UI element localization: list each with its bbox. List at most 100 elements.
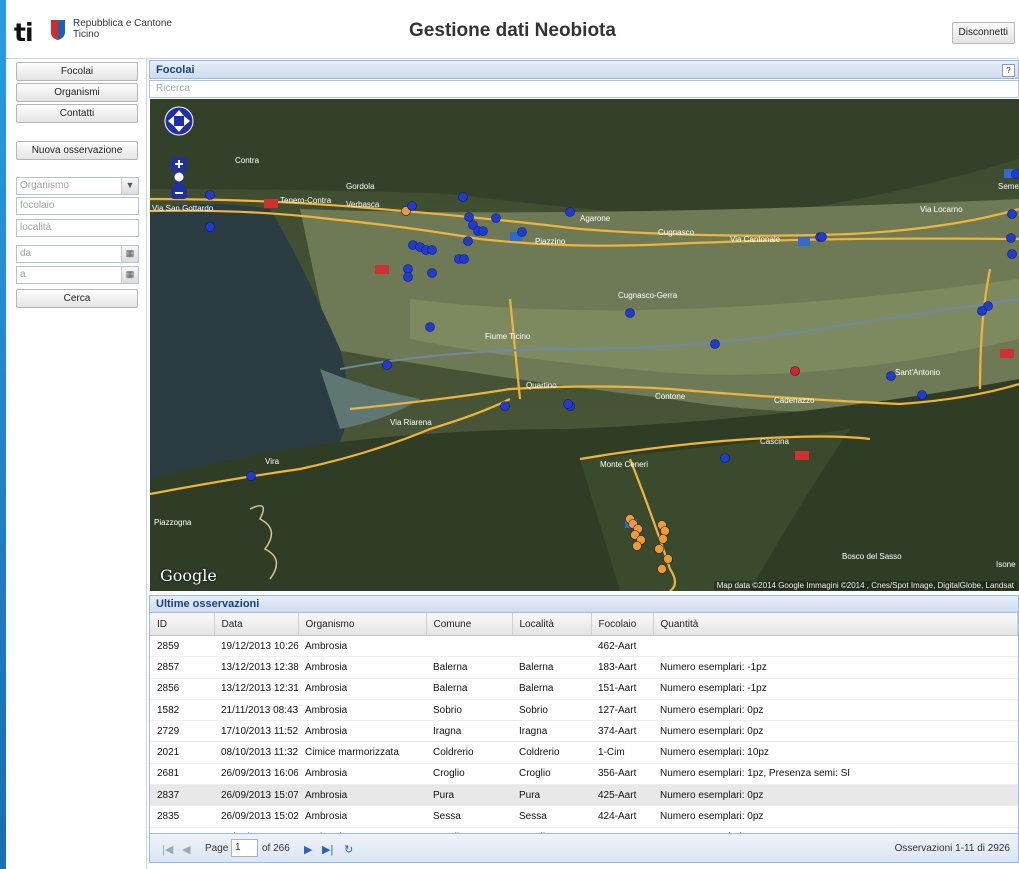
logout-button[interactable]: Disconnetti [951,22,1015,44]
observation-marker[interactable] [710,339,720,349]
observation-marker[interactable] [491,213,501,223]
observation-marker[interactable] [658,534,668,544]
column-header[interactable]: Focolaio [591,613,654,636]
observation-marker[interactable] [917,390,927,400]
observation-marker[interactable] [382,360,392,370]
focolai-button[interactable]: Focolai [16,62,138,81]
observation-marker[interactable] [720,453,730,463]
observation-marker[interactable] [663,554,673,564]
table-cell: Sessa [426,805,512,828]
chevron-down-icon[interactable]: ▼ [121,178,138,194]
observation-marker[interactable] [1006,233,1016,243]
contatti-button[interactable]: Contatti [16,104,138,123]
zoom-handle[interactable] [173,171,185,183]
organismo-combo[interactable]: Organismo ▼ [16,177,139,195]
table-cell: Ambrosia [298,699,426,722]
observation-marker[interactable] [407,201,417,211]
last-page-icon[interactable]: ▶| [322,843,333,856]
table-cell: Numero esemplari: -1pz [653,656,1018,679]
column-header[interactable]: Quantità [653,613,1018,636]
observation-marker[interactable] [1007,209,1017,219]
help-icon[interactable]: ? [1002,64,1015,77]
observation-marker[interactable] [427,268,437,278]
next-page-icon[interactable]: ▶ [304,843,312,856]
table-row[interactable]: 2681 26/09/2013 16:06 Ambrosia Croglio Crogl… [150,763,1018,786]
place-label: Cadenazzo [774,396,815,405]
refresh-icon[interactable]: ↻ [344,843,353,856]
search-button[interactable]: Cerca [16,289,138,308]
calendar-icon[interactable]: ▦ [121,267,138,283]
observation-marker[interactable] [1007,249,1017,259]
table-cell: 2857 [150,656,214,679]
table-row[interactable]: 2856 13/12/2013 12:31 Ambrosia Balerna Baler… [150,678,1018,700]
column-header[interactable]: Località [512,613,592,636]
observation-marker[interactable] [205,222,215,232]
table-cell [653,635,1018,658]
organismi-button[interactable]: Organismi [16,83,138,102]
table-cell: Ambrosia [298,805,426,828]
observation-marker[interactable] [459,254,469,264]
observation-marker[interactable] [458,192,468,202]
table-cell: Numero esemplari: 10pz [653,741,1018,764]
observation-marker[interactable] [632,541,642,551]
place-label: Via Locarno [920,205,963,214]
column-header[interactable]: Data [214,613,299,636]
observation-marker[interactable] [565,207,575,217]
table-cell: Numero esemplari: 0pz [653,805,1018,828]
observation-marker[interactable] [246,471,256,481]
observation-marker[interactable] [1011,169,1019,179]
observation-marker[interactable] [625,308,635,318]
page-title: Gestione dati Neobiota [409,20,616,41]
table-cell: 13/12/2013 12:38 [214,656,298,679]
table-row[interactable]: 2857 13/12/2013 12:38 Ambrosia Balerna Baler… [150,656,1018,679]
observation-marker[interactable] [654,544,664,554]
column-header[interactable]: Organismo [298,613,427,636]
column-header[interactable]: Comune [426,613,513,636]
observation-marker[interactable] [817,232,827,242]
first-page-icon[interactable]: |◀ [162,843,173,856]
observation-marker[interactable] [403,264,413,274]
observation-marker[interactable] [425,322,435,332]
table-row[interactable]: 2021 08/10/2013 11:32 Cimice marmorizzata C… [150,741,1018,764]
observation-marker[interactable] [464,212,474,222]
google-logo: Google [160,566,217,585]
localita-field[interactable]: località [16,219,139,237]
page-number-input[interactable]: 1 [231,839,258,857]
observation-marker[interactable] [427,245,437,255]
observation-marker[interactable] [463,236,473,246]
observation-marker[interactable] [886,371,896,381]
column-header[interactable]: ID [150,613,215,636]
table-row[interactable]: 2859 19/12/2013 10:26 Ambrosia 462-Aart [150,635,1018,658]
table-row[interactable]: 2837 26/09/2013 15:07 Ambrosia Pura Pura 425-… [150,784,1018,807]
map-canvas[interactable]: Contra Tenero-Contra Gordola Verbasca Ag… [150,99,1019,591]
search-input[interactable]: Ricerca [149,80,1019,98]
table-cell: Ambrosia [298,678,426,700]
prev-page-icon[interactable]: ◀ [182,843,190,856]
table-cell: Numero esemplari: 0pz [653,699,1018,722]
table-row[interactable]: 1582 21/11/2013 08:43 Ambrosia Sobrio Sobrio… [150,699,1018,722]
observation-marker[interactable] [403,272,413,282]
table-row[interactable]: 2835 26/09/2013 15:02 Ambrosia Sessa Sessa 42… [150,805,1018,828]
observation-marker[interactable] [660,526,670,536]
selected-marker[interactable] [790,366,800,376]
date-to-field[interactable]: a ▦ [16,266,139,284]
observation-marker[interactable] [500,401,510,411]
date-from-field[interactable]: da ▦ [16,245,139,263]
observation-marker[interactable] [517,227,527,237]
focolaio-field[interactable]: focolaio [16,197,139,215]
observation-marker[interactable] [205,190,215,200]
table-row[interactable]: 2729 17/10/2013 11:52 Ambrosia Iragna Iragna… [150,720,1018,743]
new-observation-button[interactable]: Nuova osservazione [16,141,138,160]
place-label: Cugnasco-Gerra [618,291,678,300]
observation-marker[interactable] [478,226,488,236]
observation-marker[interactable] [657,564,667,574]
observation-marker[interactable] [977,306,987,316]
paging-toolbar: |◀ ◀ Page 1 of 266 ▶ ▶| ↻ Osservazioni 1… [149,833,1019,863]
table-cell: Sessa [512,805,591,828]
satellite-map[interactable]: Contra Tenero-Contra Gordola Verbasca Ag… [150,99,1019,591]
calendar-icon[interactable]: ▦ [121,246,138,262]
place-label: Agarone [580,214,611,223]
place-label: Gordola [346,182,375,191]
table-cell: Balerna [512,678,591,700]
observation-marker[interactable] [563,399,573,409]
